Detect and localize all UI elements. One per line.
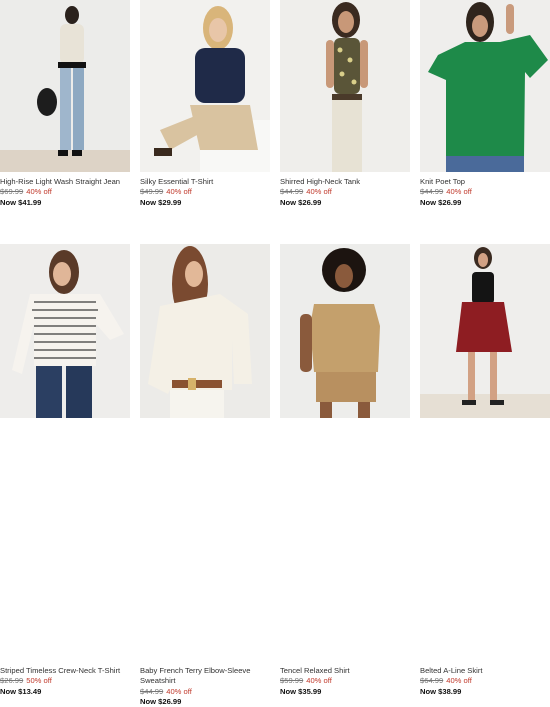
product-image[interactable]: [140, 244, 270, 418]
discount-label: 40% off: [166, 686, 192, 696]
product-name[interactable]: Knit Poet Top: [420, 177, 550, 187]
original-price: $44.99: [280, 187, 304, 197]
product-image[interactable]: [420, 244, 550, 418]
sale-price: Now $26.99: [420, 197, 462, 207]
product-image[interactable]: [420, 0, 550, 172]
product-name-line1: Baby French Terry Elbow-Sleeve: [140, 666, 251, 675]
product-name[interactable]: Shirred High-Neck Tank: [280, 177, 415, 187]
original-price: $44.99: [420, 187, 444, 197]
original-price: $69.99: [0, 187, 24, 197]
product-name[interactable]: Striped Timeless Crew-Neck T-Shirt: [0, 666, 135, 676]
sale-price: Now $29.99: [140, 197, 182, 207]
original-price: $26.99: [0, 676, 24, 686]
product-image[interactable]: [280, 244, 410, 418]
sale-price: Now $26.99: [140, 696, 182, 706]
sale-price: Now $35.99: [280, 686, 322, 696]
product-name-line2: Sweatshirt: [140, 676, 176, 686]
product-name[interactable]: Baby French Terry Elbow-Sleeve Sweatshir…: [140, 666, 275, 687]
original-price: $49.99: [140, 187, 164, 197]
discount-label: 40% off: [306, 187, 332, 197]
product-image[interactable]: [0, 0, 130, 172]
product-name[interactable]: Tencel Relaxed Shirt: [280, 666, 415, 676]
sale-price: Now $26.99: [280, 197, 322, 207]
discount-label: 40% off: [446, 676, 472, 686]
discount-label: 40% off: [26, 187, 52, 197]
discount-label: 40% off: [306, 676, 332, 686]
sale-price: Now $38.99: [420, 686, 462, 696]
original-price: $59.99: [280, 676, 304, 686]
original-price: $44.99: [140, 686, 164, 696]
original-price: $64.99: [420, 676, 444, 686]
product-name[interactable]: Belted A-Line Skirt: [420, 666, 550, 676]
product-image[interactable]: [280, 0, 410, 172]
product-image[interactable]: [0, 244, 130, 418]
discount-label: 50% off: [26, 676, 52, 686]
sale-price: Now $13.49: [0, 686, 42, 696]
discount-label: 40% off: [166, 187, 192, 197]
product-name[interactable]: High-Rise Light Wash Straight Jean: [0, 177, 135, 187]
product-name[interactable]: Silky Essential T-Shirt: [140, 177, 275, 187]
sale-price: Now $41.99: [0, 197, 42, 207]
discount-label: 40% off: [446, 187, 472, 197]
product-image[interactable]: [140, 0, 270, 172]
